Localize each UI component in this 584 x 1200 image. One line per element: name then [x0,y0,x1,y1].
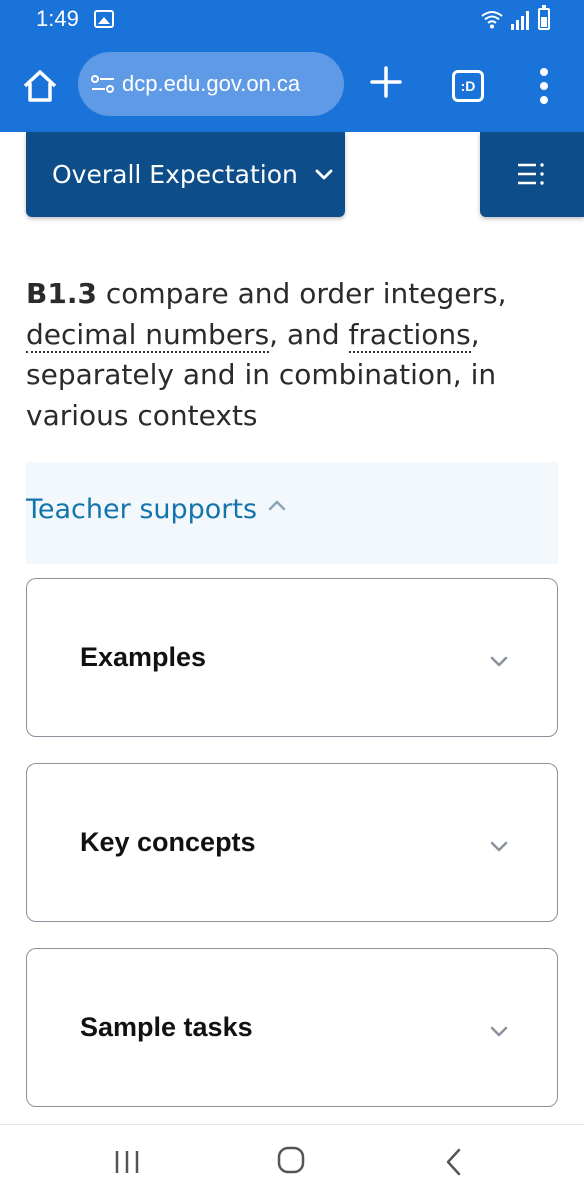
system-nav-bar [0,1124,584,1200]
glossary-term-decimal-numbers[interactable]: decimal numbers [26,317,270,353]
chevron-down-icon [490,1026,508,1037]
more-menu-icon[interactable] [534,68,554,104]
chevron-down-icon [315,169,333,179]
home-icon[interactable] [20,66,60,106]
teacher-supports-panel: Teacher supports [26,462,558,564]
accordion-sample-tasks[interactable]: Sample tasks [26,948,558,1107]
page-menu-button[interactable] [480,132,584,217]
accordion-title: Examples [80,642,207,672]
wifi-icon [481,11,503,29]
new-tab-icon[interactable] [368,64,404,100]
browser-toolbar: dcp.edu.gov.on.ca :D [0,40,584,132]
back-icon[interactable] [444,1147,464,1177]
address-bar[interactable]: dcp.edu.gov.on.ca [78,52,344,116]
overall-expectation-label: Overall Expectation [52,160,298,189]
site-settings-icon[interactable] [90,73,116,95]
status-time: 1:49 [36,6,79,31]
chevron-down-icon [490,656,508,667]
accordion-examples[interactable]: Examples [26,578,558,737]
accordion-key-concepts[interactable]: Key concepts [26,763,558,922]
expectation-text-part: , and [269,317,349,351]
status-icons [480,5,550,30]
gallery-icon [94,10,114,28]
signal-icon [511,11,529,30]
recents-icon[interactable] [114,1149,140,1175]
accordion-title: Key concepts [80,827,256,857]
overall-expectation-button[interactable]: Overall Expectation [26,132,345,217]
expectation-code: B1.3 [26,277,97,310]
url-text: dcp.edu.gov.on.ca [122,71,301,96]
teacher-supports-label: Teacher supports [26,494,258,525]
chevron-up-icon [268,500,286,510]
battery-icon [538,5,550,30]
glossary-term-fractions[interactable]: fractions [348,317,471,353]
tabs-icon[interactable]: :D [452,70,484,102]
expectation-text-part: compare and order integers, [96,277,507,310]
expectation-text: B1.3 compare and order integers, decimal… [26,274,546,436]
chevron-down-icon [490,841,508,852]
status-bar: 1:49 [0,0,584,40]
teacher-supports-toggle[interactable]: Teacher supports [26,494,287,525]
accordion-title: Sample tasks [80,1012,253,1042]
home-icon[interactable] [276,1145,306,1175]
list-menu-icon [518,163,544,185]
